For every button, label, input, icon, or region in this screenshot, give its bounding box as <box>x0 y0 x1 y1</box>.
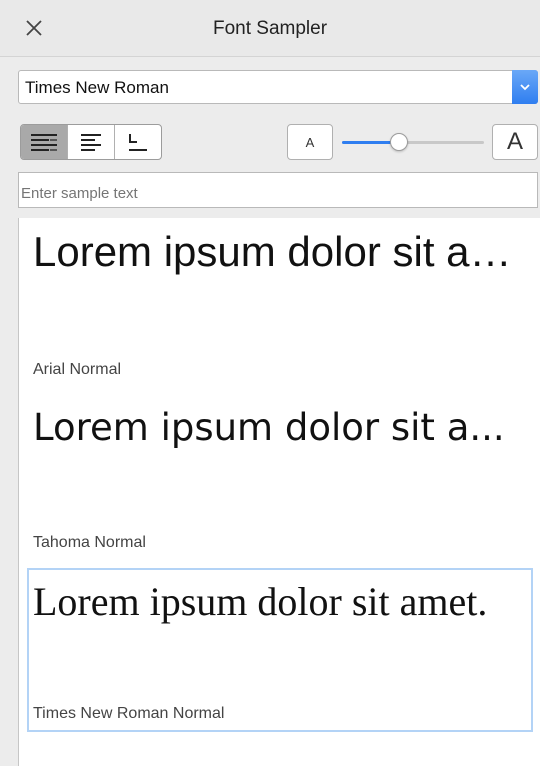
preview-sample-text: Lorem ipsum dolor sit a... <box>33 406 505 449</box>
line-spacing-button[interactable] <box>115 125 161 159</box>
preview-item-tahoma[interactable]: Lorem ipsum dolor sit a... Tahoma Normal <box>19 392 535 564</box>
align-justify-icon <box>31 134 57 151</box>
preview-sample-text: Lorem ipsum dolor sit amet. <box>33 579 488 624</box>
slider-thumb[interactable] <box>390 133 408 151</box>
align-left-button[interactable] <box>68 125 115 159</box>
preview-item-arial[interactable]: Lorem ipsum dolor sit a… Arial Normal <box>19 218 535 392</box>
font-family-dropdown-button[interactable] <box>512 70 538 104</box>
chevron-down-icon <box>520 84 530 91</box>
align-left-icon <box>81 134 101 151</box>
preview-font-name: Arial Normal <box>33 361 122 378</box>
window-title: Font Sampler <box>212 18 328 39</box>
decrease-size-button[interactable]: A <box>287 124 333 160</box>
preview-sample-text: Lorem ipsum dolor sit a… <box>33 228 512 275</box>
preview-item-times-new-roman[interactable]: Lorem ipsum dolor sit amet. Times New Ro… <box>27 568 533 732</box>
align-justify-button[interactable] <box>21 125 68 159</box>
preview-font-name: Times New Roman Normal <box>33 705 225 722</box>
sample-text-input[interactable] <box>18 172 538 208</box>
line-spacing-icon <box>129 134 147 151</box>
preview-font-name: Tahoma Normal <box>33 534 146 551</box>
font-preview-list: Lorem ipsum dolor sit a… Arial Normal Lo… <box>18 218 540 766</box>
increase-size-button[interactable]: A <box>492 124 538 160</box>
alignment-segmented-control <box>20 124 162 160</box>
font-size-slider[interactable] <box>342 132 484 152</box>
font-family-value: Times New Roman <box>25 78 169 97</box>
font-family-select[interactable]: Times New Roman <box>18 70 538 104</box>
title-bar: Font Sampler <box>0 0 540 57</box>
